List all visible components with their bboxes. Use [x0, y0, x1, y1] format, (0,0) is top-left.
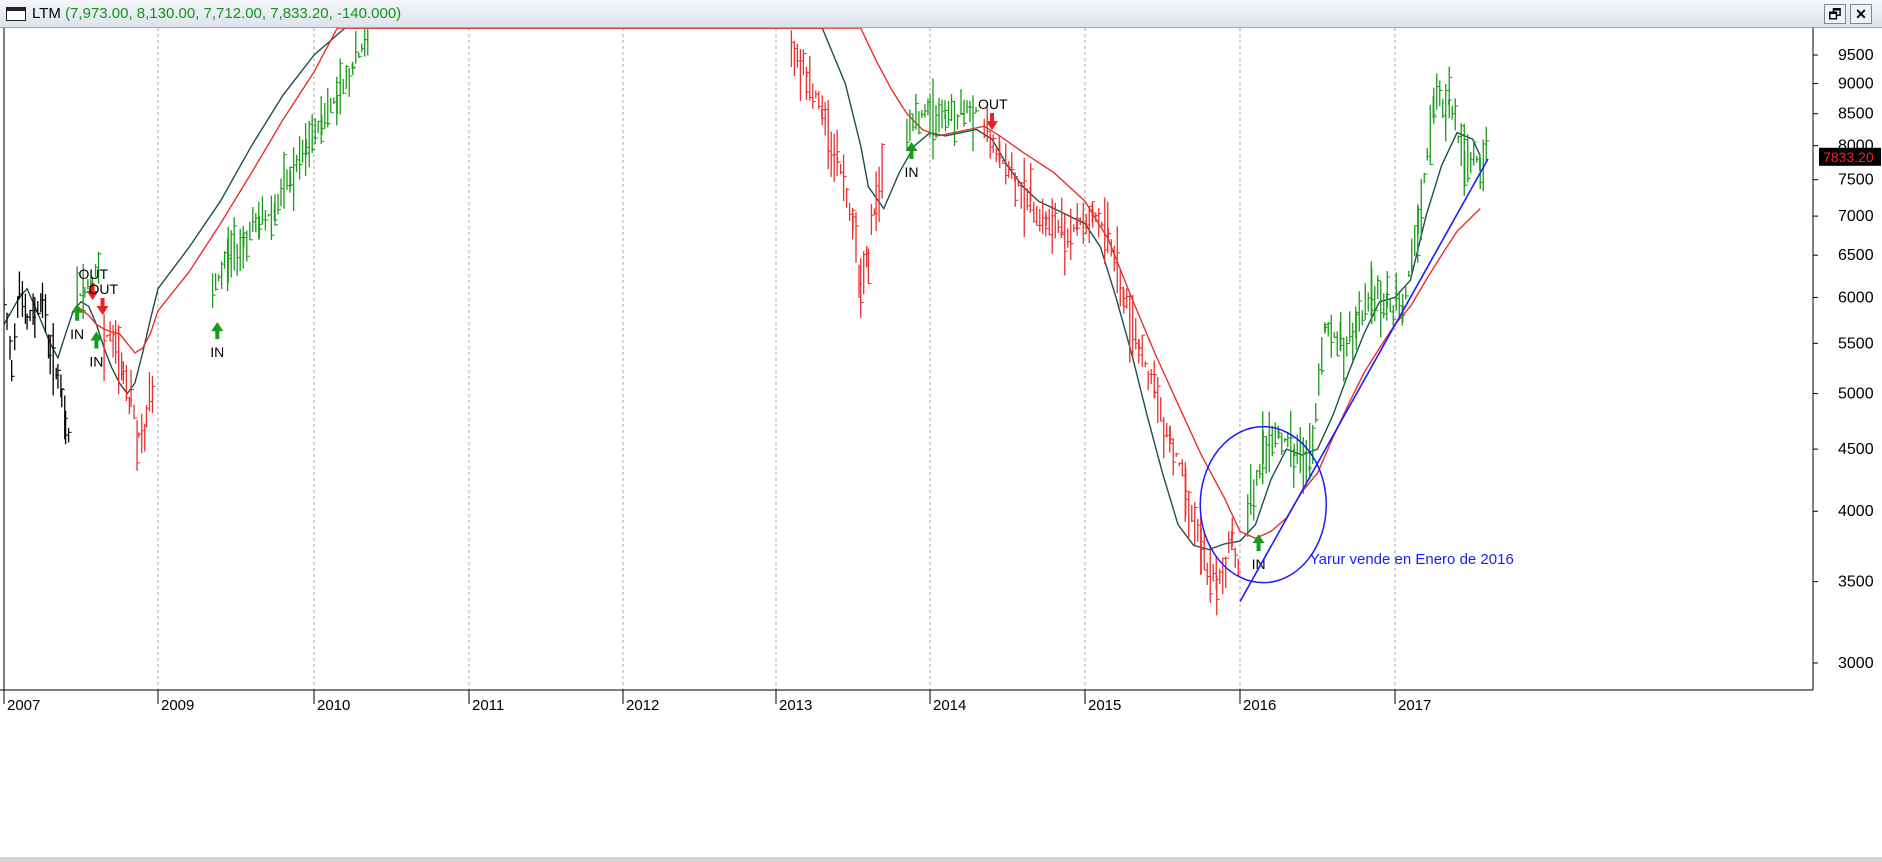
- price_red-bar: [836, 157, 841, 163]
- price_green-bar: [1405, 285, 1409, 300]
- price_red-bar: [881, 143, 886, 199]
- y-tick-label-5500: 5500: [1838, 335, 1874, 352]
- price_black-bar: [67, 428, 72, 443]
- price_red-bar: [1225, 556, 1229, 589]
- x-tick-label-2017: 2017: [1398, 697, 1431, 714]
- price_green-bar: [1315, 403, 1319, 423]
- price_green-bar: [264, 210, 269, 231]
- signal-in-4: IN: [210, 322, 224, 360]
- axes: 3000 3500 4000 4500 5000 5500 6000 6500 7000 7500…: [0, 28, 1881, 714]
- close-button[interactable]: ✕: [1850, 4, 1872, 24]
- x-tick-label-2009: 2009: [161, 697, 194, 714]
- signal-in-arrow: [211, 322, 224, 340]
- y-tick-label-7500: 7500: [1838, 172, 1874, 189]
- price_red-bar: [867, 248, 872, 285]
- signal-in-label: IN: [210, 344, 224, 360]
- signal-out-label: OUT: [89, 281, 119, 297]
- x-tick-label-2016: 2016: [1243, 697, 1276, 714]
- signal-in-3: IN: [89, 331, 103, 370]
- y-tick-label-8500: 8500: [1838, 106, 1874, 123]
- price_black-bar: [11, 360, 15, 382]
- y-tick-label-7000: 7000: [1838, 208, 1874, 225]
- price_green-bar: [367, 28, 369, 56]
- y-tick-label-3000: 3000: [1838, 655, 1874, 672]
- price_green-bar: [1445, 83, 1449, 142]
- window-icon[interactable]: [6, 7, 26, 21]
- price_red-bar: [1144, 361, 1149, 368]
- y-tick-label-4500: 4500: [1838, 441, 1874, 458]
- price_red-bar: [855, 212, 859, 263]
- price_red-bar: [818, 91, 822, 110]
- signal-in-label: IN: [70, 326, 84, 342]
- restore-button[interactable]: 🗗: [1824, 4, 1846, 24]
- x-tick-label-2014: 2014: [933, 697, 966, 714]
- price_green-bar: [355, 30, 359, 64]
- signal-in-arrow: [1252, 534, 1265, 552]
- last-price-label: 7833.20: [1823, 149, 1874, 165]
- signal-in-label: IN: [89, 354, 103, 370]
- y-tick-label-9000: 9000: [1838, 76, 1874, 93]
- price_red-bar: [136, 419, 141, 471]
- signal-in-7: IN: [1252, 534, 1266, 572]
- price_red-bar: [836, 129, 841, 177]
- price_black-bar: [9, 335, 13, 360]
- x-tick-label-2013: 2013: [779, 697, 812, 714]
- price_green-bar: [1454, 98, 1459, 131]
- x-tick-label-2012: 2012: [626, 697, 659, 714]
- price_red-bar: [133, 404, 138, 420]
- price_red-bar: [144, 423, 148, 452]
- signal-out-label: OUT: [79, 266, 109, 282]
- status-strip: [0, 857, 1882, 862]
- price-bars: [4, 28, 1490, 616]
- price_black-bar: [52, 323, 57, 396]
- price_green-bar: [956, 114, 961, 130]
- price_black-bar: [14, 323, 18, 351]
- price_red-bar: [1175, 452, 1180, 457]
- signal-in-arrow: [71, 303, 84, 321]
- signal-out-6: OUT: [978, 96, 1008, 131]
- price_black-bar: [44, 294, 49, 332]
- vertical-gridlines: [157, 28, 1396, 690]
- price_red-bar: [1070, 208, 1074, 261]
- price_red-bar: [1237, 558, 1242, 576]
- price_green-bar: [1485, 126, 1490, 163]
- x-tick-label-2011: 2011: [472, 697, 504, 714]
- window-title: LTM (7,973.00, 8,130.00, 7,712.00, 7,833…: [32, 5, 401, 22]
- trade-signals: INOUTOUTINININOUTIN: [70, 96, 1265, 572]
- trend-line: [1239, 158, 1489, 603]
- y-tick-label-6500: 6500: [1838, 247, 1874, 264]
- price_red-bar: [1107, 227, 1112, 240]
- price_green-bar: [972, 95, 976, 152]
- ohlc-values: (7,973.00, 8,130.00, 7,712.00, 7,833.20,…: [65, 5, 402, 22]
- price_red-bar: [151, 375, 156, 414]
- x-tick-label-2015: 2015: [1088, 697, 1121, 714]
- signal-in-label: IN: [905, 164, 919, 180]
- price-chart: INOUTOUTINININOUTIN Yarur vende en Enero…: [0, 28, 1881, 714]
- annotation-text: Yarur vende en Enero de 2016: [1310, 551, 1514, 568]
- y-tick-label-6000: 6000: [1838, 289, 1874, 306]
- y-tick-label-4000: 4000: [1838, 503, 1874, 520]
- price_green-bar: [348, 67, 353, 97]
- x-tick-label-2007: 2007: [7, 697, 40, 714]
- signal-in-arrow: [90, 331, 103, 349]
- price_green-bar: [358, 52, 362, 59]
- price_green-bar: [352, 61, 356, 76]
- y-tick-label-5000: 5000: [1838, 386, 1874, 403]
- symbol-name: LTM: [32, 5, 61, 22]
- price_red-bar: [103, 314, 108, 381]
- price_green-bar: [1281, 433, 1285, 455]
- price_red-bar: [125, 364, 130, 402]
- price_black-bar: [17, 296, 21, 318]
- signal-out-arrow: [96, 298, 109, 316]
- signal-out-label: OUT: [978, 96, 1008, 112]
- price_red-bar: [130, 369, 135, 408]
- y-tick-label-9500: 9500: [1838, 47, 1874, 64]
- price_green-bar: [1321, 337, 1325, 375]
- price_green-bar: [1423, 172, 1428, 184]
- x-tick-label-2010: 2010: [317, 697, 350, 714]
- window-titlebar: LTM (7,973.00, 8,130.00, 7,712.00, 7,833…: [0, 0, 1882, 28]
- y-tick-label-3500: 3500: [1838, 574, 1874, 591]
